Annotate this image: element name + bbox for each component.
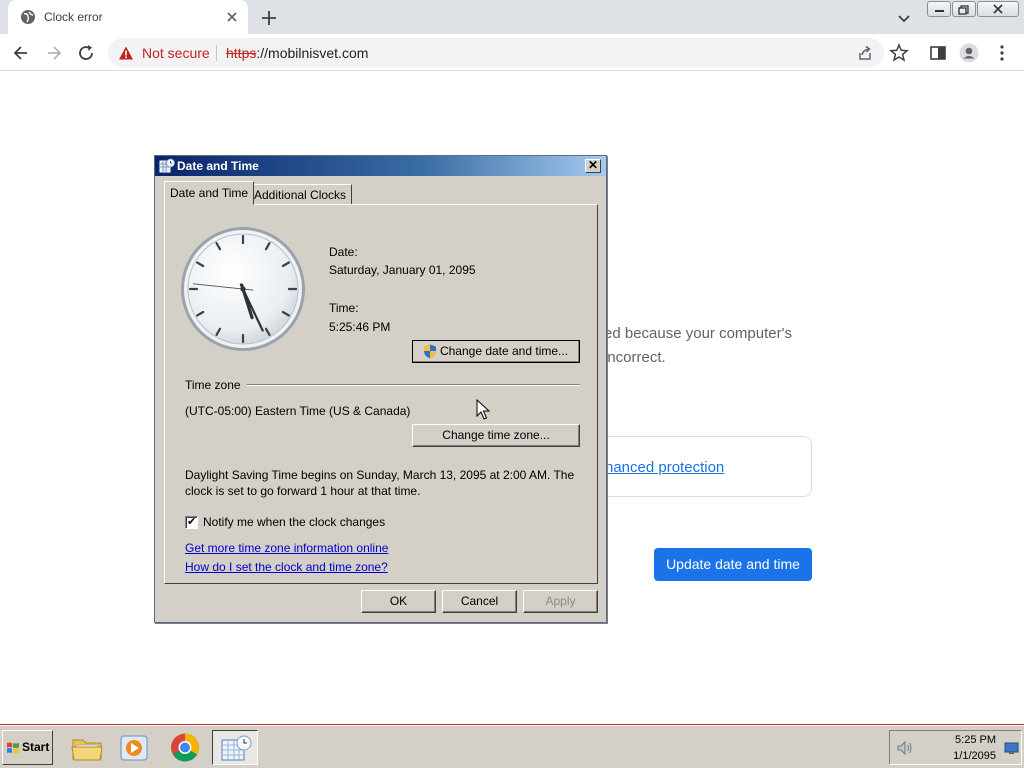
taskbar-app-explorer[interactable] [64, 730, 110, 765]
tab-date-and-time[interactable]: Date and Time [164, 181, 255, 205]
mouse-pointer-icon [476, 399, 490, 420]
taskbar-app-date-time[interactable] [212, 730, 258, 765]
change-date-time-button[interactable]: Change date and time... [412, 340, 580, 363]
browser-tab-strip: Clock error [0, 0, 1024, 34]
restore-icon [958, 5, 969, 15]
bookmark-star-icon[interactable] [888, 42, 910, 64]
taskbar: Start 5:25 PM 1/1/2095 [0, 725, 1024, 768]
not-secure-label[interactable]: Not secure [142, 45, 210, 61]
minimize-icon [935, 10, 944, 12]
folder-icon [71, 739, 103, 761]
time-value: 5:25:46 PM [329, 320, 391, 334]
change-date-time-label: Change date and time... [439, 344, 569, 358]
back-icon[interactable] [10, 42, 32, 64]
close-tab-icon[interactable] [223, 8, 241, 26]
browser-tab[interactable]: Clock error [8, 0, 248, 34]
restore-button[interactable] [952, 1, 976, 17]
close-window-button[interactable] [977, 1, 1019, 17]
windows-logo-icon [7, 742, 19, 754]
taskbar-app-chrome[interactable] [162, 730, 208, 765]
browser-toolbar: Not secure https://mobilnisvet.com [0, 34, 1024, 71]
date-time-app-icon [159, 158, 175, 173]
forward-icon[interactable] [43, 42, 65, 64]
omnibox-divider [216, 45, 217, 61]
media-player-icon [120, 735, 148, 761]
clock-center [240, 286, 246, 292]
message-line-2: incorrect. [604, 349, 666, 366]
dialog-title: Date and Time [177, 159, 259, 173]
taskbar-app-media-player[interactable] [111, 730, 157, 765]
apply-button[interactable]: Apply [523, 590, 598, 613]
clock-date[interactable]: 1/1/2095 [940, 750, 996, 762]
timezone-label: Time zone [185, 378, 241, 392]
clock-error-message: ed because your computer's incorrect. [604, 322, 824, 370]
notify-label[interactable]: Notify me when the clock changes [203, 515, 385, 529]
warning-icon[interactable] [118, 45, 134, 61]
minimize-button[interactable] [927, 1, 951, 17]
date-label: Date: [329, 245, 358, 259]
dialog-title-bar[interactable]: Date and Time ✕ [155, 156, 606, 176]
change-time-zone-button[interactable]: Change time zone... [412, 424, 580, 447]
url-host: ://mobilnisvet.com [256, 45, 369, 61]
ok-button[interactable]: OK [361, 590, 436, 613]
dst-info-text: Daylight Saving Time begins on Sunday, M… [185, 468, 575, 498]
timezone-value: (UTC-05:00) Eastern Time (US & Canada) [185, 404, 411, 418]
uac-shield-icon [424, 344, 436, 359]
message-line-1: ed because your computer's [604, 325, 792, 342]
cancel-button[interactable]: Cancel [442, 590, 517, 613]
date-time-icon [221, 735, 252, 761]
chrome-icon [171, 733, 199, 762]
speaker-icon[interactable] [896, 740, 914, 756]
new-tab-icon[interactable] [258, 7, 280, 29]
checkmark-icon: ✔ [187, 516, 197, 528]
date-time-dialog: Date and Time ✕ Date and Time Additional… [154, 155, 607, 623]
url-scheme: https [226, 45, 257, 61]
time-zone-info-link[interactable]: Get more time zone information online [185, 541, 388, 555]
clock-time[interactable]: 5:25 PM [940, 734, 996, 746]
share-icon[interactable] [856, 44, 874, 62]
notify-checkbox[interactable]: ✔ [185, 516, 198, 529]
enhanced-protection-link[interactable]: hanced protection [605, 459, 724, 476]
time-label: Time: [329, 301, 359, 315]
network-icon[interactable] [1004, 742, 1019, 755]
start-button[interactable]: Start [2, 730, 53, 765]
close-icon [993, 4, 1003, 14]
side-panel-icon[interactable] [927, 42, 949, 64]
globe-icon [21, 10, 35, 24]
date-value: Saturday, January 01, 2095 [329, 263, 476, 277]
menu-kebab-icon[interactable] [991, 42, 1013, 64]
dialog-close-button[interactable]: ✕ [585, 159, 601, 173]
window-controls [927, 1, 1019, 17]
address-bar[interactable]: Not secure https://mobilnisvet.com [108, 38, 884, 67]
tab-additional-clocks[interactable]: Additional Clocks [248, 184, 353, 205]
timezone-divider [247, 384, 580, 386]
analog-clock [181, 227, 305, 351]
tab-title: Clock error [44, 10, 103, 24]
profile-avatar-icon[interactable] [958, 42, 980, 64]
system-tray: 5:25 PM 1/1/2095 [889, 730, 1022, 765]
url-text[interactable]: https://mobilnisvet.com [226, 45, 368, 61]
reload-icon[interactable] [75, 42, 97, 64]
how-to-set-clock-link[interactable]: How do I set the clock and time zone? [185, 560, 388, 574]
start-label: Start [22, 740, 50, 754]
chevron-down-icon[interactable] [894, 8, 914, 28]
update-date-time-button[interactable]: Update date and time [654, 548, 812, 581]
